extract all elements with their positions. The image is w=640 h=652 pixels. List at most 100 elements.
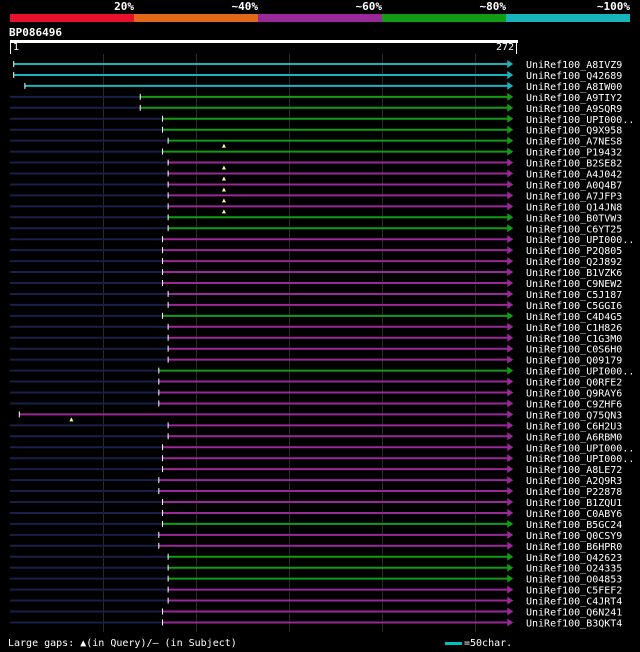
- hit-label[interactable]: UniRef100_A8IW00: [526, 82, 622, 93]
- hit-label[interactable]: UniRef100_A8LE72: [526, 465, 622, 476]
- hit-label[interactable]: UniRef100_B1VZK6: [526, 268, 622, 279]
- hit-arrow-icon: [507, 498, 514, 506]
- hit-label[interactable]: UniRef100_B6HPR0: [526, 542, 622, 553]
- hit-arrow-icon: [507, 607, 514, 616]
- hit-arrow-icon: [507, 300, 514, 309]
- hit-label[interactable]: UniRef100_B5GC24: [526, 520, 622, 531]
- hit-label[interactable]: UniRef100_C6H2U3: [526, 421, 622, 432]
- query-gap-icon: [221, 176, 226, 181]
- hit-arrow-icon: [507, 377, 514, 386]
- hit-arrow-icon: [507, 355, 514, 364]
- query-gap-icon: [221, 209, 226, 214]
- hit-label[interactable]: UniRef100_C9NEW2: [526, 279, 622, 290]
- hit-label[interactable]: UniRef100_C1H826: [526, 323, 622, 334]
- hit-label[interactable]: UniRef100_UPI000..: [526, 235, 634, 246]
- hit-arrow-icon: [507, 289, 514, 298]
- hit-arrow-icon: [507, 279, 514, 287]
- hit-arrow-icon: [507, 563, 514, 572]
- hit-arrow-icon: [507, 333, 514, 342]
- hit-label[interactable]: UniRef100_Q9RAY6: [526, 389, 622, 400]
- hit-label[interactable]: UniRef100_P2Q805: [526, 246, 622, 257]
- hit-label[interactable]: UniRef100_C4JRT4: [526, 597, 622, 608]
- hit-arrow-icon: [507, 169, 514, 178]
- hit-label[interactable]: UniRef100_A7JFP3: [526, 191, 622, 202]
- hit-arrow-icon: [507, 235, 514, 244]
- hit-label[interactable]: UniRef100_Q14JN8: [526, 202, 622, 213]
- hit-label[interactable]: UniRef100_C0S6H0: [526, 345, 622, 356]
- hit-label[interactable]: UniRef100_A7NES8: [526, 137, 622, 148]
- hit-arrow-icon: [507, 257, 514, 266]
- hit-arrow-icon: [507, 541, 514, 550]
- hit-arrow-icon: [507, 432, 514, 441]
- hit-label[interactable]: UniRef100_Q0RFE2: [526, 378, 622, 389]
- hit-label[interactable]: UniRef100_Q75QN3: [526, 410, 622, 421]
- hit-label[interactable]: UniRef100_C9ZHF6: [526, 399, 622, 410]
- hit-label[interactable]: UniRef100_Q2J892: [526, 257, 622, 268]
- hit-arrow-icon: [507, 136, 514, 145]
- hit-arrow-icon: [507, 147, 514, 156]
- hit-arrow-icon: [507, 454, 514, 463]
- hit-label[interactable]: UniRef100_A9TIY2: [526, 93, 622, 104]
- hit-arrow-icon: [507, 125, 514, 134]
- hit-arrow-icon: [507, 191, 514, 200]
- hit-label[interactable]: UniRef100_O24335: [526, 564, 622, 575]
- hit-label[interactable]: UniRef100_B0TVW3: [526, 213, 622, 224]
- query-gap-icon: [221, 187, 226, 192]
- hit-arrow-icon: [507, 596, 514, 605]
- hit-label[interactable]: UniRef100_C6YT25: [526, 224, 622, 235]
- hit-label[interactable]: UniRef100_O04853: [526, 575, 622, 586]
- hit-label[interactable]: UniRef100_Q42623: [526, 553, 622, 564]
- hit-arrow-icon: [507, 618, 514, 627]
- hit-arrow-icon: [507, 311, 514, 320]
- hit-label[interactable]: UniRef100_A9SQR9: [526, 104, 622, 115]
- hit-label[interactable]: UniRef100_C1G3M0: [526, 334, 622, 345]
- hit-arrow-icon: [507, 158, 514, 167]
- hit-label[interactable]: UniRef100_A4J042: [526, 170, 622, 181]
- query-gap-icon: [221, 165, 226, 170]
- hit-label[interactable]: UniRef100_C5GGI6: [526, 301, 622, 312]
- hit-label[interactable]: UniRef100_C5J187: [526, 290, 622, 301]
- hit-label[interactable]: UniRef100_UPI000..: [526, 115, 634, 126]
- hit-arrow-icon: [507, 552, 514, 561]
- hit-label[interactable]: UniRef100_B3QKT4: [526, 618, 622, 629]
- hit-label[interactable]: UniRef100_A6RBM0: [526, 432, 622, 443]
- hit-arrow-icon: [507, 585, 514, 594]
- hit-label[interactable]: UniRef100_C4D4G5: [526, 312, 622, 323]
- query-gap-icon: [221, 198, 226, 203]
- hit-label[interactable]: UniRef100_C0ABY6: [526, 509, 622, 520]
- hit-arrow-icon: [507, 421, 514, 430]
- scale-label: =50char.: [464, 638, 513, 649]
- hit-arrow-icon: [507, 574, 514, 583]
- hit-label[interactable]: UniRef100_UPI000..: [526, 454, 634, 465]
- hit-label[interactable]: UniRef100_Q6N241: [526, 608, 622, 619]
- hit-arrow-icon: [507, 410, 514, 419]
- hit-label[interactable]: UniRef100_A2Q9R3: [526, 476, 622, 487]
- query-gap-icon: [69, 417, 74, 422]
- hit-arrow-icon: [507, 70, 514, 79]
- hit-label[interactable]: UniRef100_B2SE82: [526, 159, 622, 170]
- hit-label[interactable]: UniRef100_Q42689: [526, 71, 622, 82]
- hit-label[interactable]: UniRef100_A8IVZ9: [526, 60, 622, 71]
- hit-label[interactable]: UniRef100_P19432: [526, 148, 622, 159]
- hit-arrow-icon: [507, 60, 514, 68]
- hit-arrow-icon: [507, 344, 514, 353]
- hit-label[interactable]: UniRef100_C5FEF2: [526, 586, 622, 597]
- large-gaps-legend: Large gaps: ▲(in Query)/— (in Subject): [8, 638, 237, 649]
- hit-label[interactable]: UniRef100_B1ZQU1: [526, 498, 622, 509]
- hit-label[interactable]: UniRef100_P22878: [526, 487, 622, 498]
- hit-label[interactable]: UniRef100_A0Q4B7: [526, 180, 622, 191]
- hit-arrow-icon: [507, 366, 514, 375]
- hit-arrow-icon: [507, 224, 514, 233]
- query-gap-icon: [221, 143, 226, 148]
- hit-label[interactable]: UniRef100_Q09179: [526, 356, 622, 367]
- hit-arrow-icon: [507, 476, 514, 485]
- hit-label[interactable]: UniRef100_Q0CSY9: [526, 531, 622, 542]
- hit-arrow-icon: [507, 487, 514, 496]
- hit-arrow-icon: [507, 465, 514, 474]
- hit-label[interactable]: UniRef100_Q9X958: [526, 126, 622, 137]
- hit-arrow-icon: [507, 103, 514, 112]
- hit-label[interactable]: UniRef100_UPI000..: [526, 367, 634, 378]
- scale-bar: [445, 642, 462, 645]
- hit-label[interactable]: UniRef100_UPI000..: [526, 443, 634, 454]
- hit-arrow-icon: [507, 213, 514, 222]
